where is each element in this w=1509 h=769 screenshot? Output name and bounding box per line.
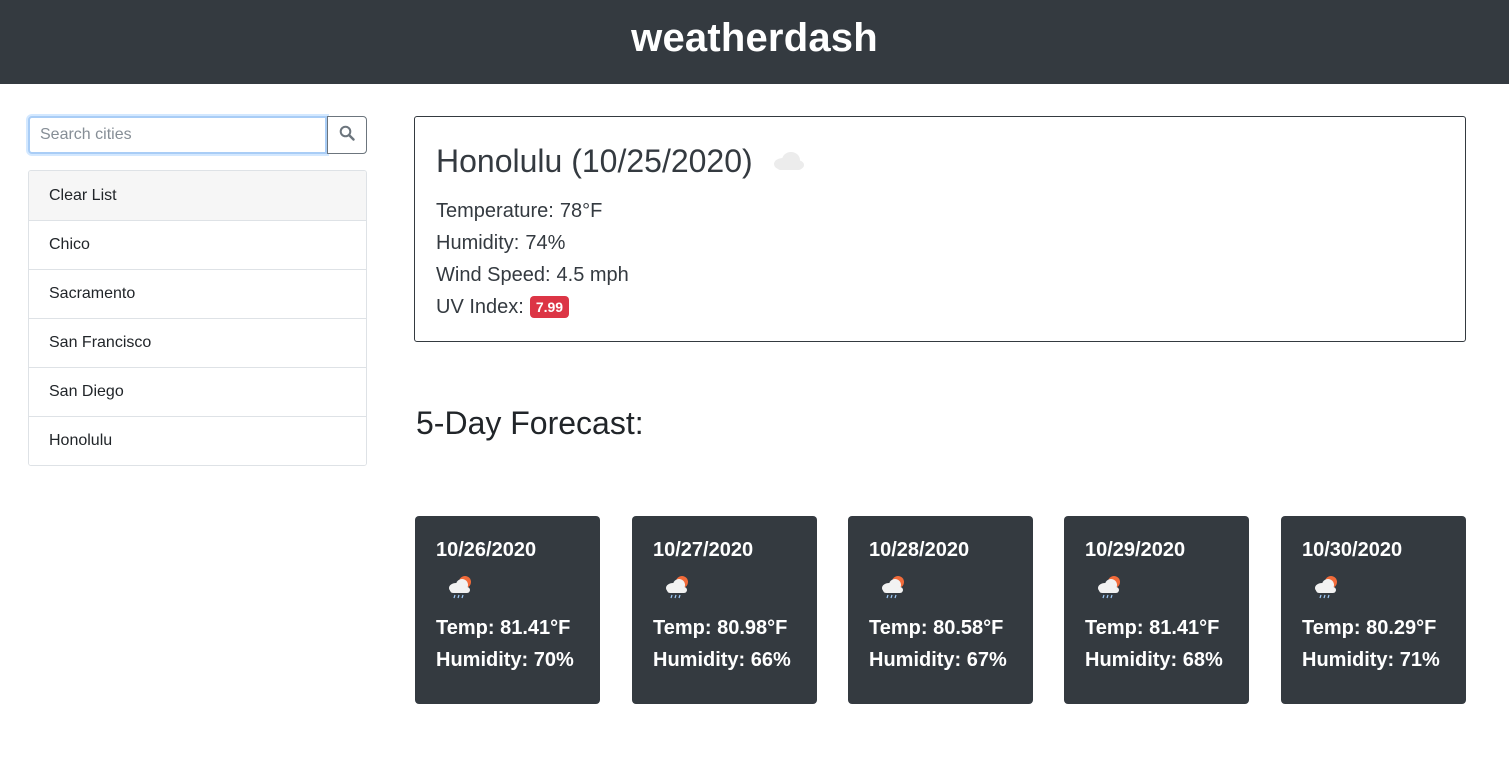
- rain-sun-cloud-icon: [663, 570, 796, 604]
- wind-label: Wind Speed:: [436, 263, 551, 286]
- wind-row: Wind Speed: 4.5 mph: [436, 259, 1444, 291]
- wind-value: 4.5 mph: [556, 263, 629, 286]
- forecast-card: 10/30/2020 Temp: 80.29°F Humidity: 71%: [1281, 516, 1466, 704]
- forecast-date: 10/26/2020: [436, 539, 537, 561]
- city-item-san-francisco[interactable]: San Francisco: [29, 318, 366, 367]
- search-icon: [339, 125, 355, 146]
- current-title: Honolulu (10/25/2020): [436, 139, 1444, 183]
- forecast-temp: Temp: 81.41°F: [1085, 617, 1220, 639]
- city-item-san-diego[interactable]: San Diego: [29, 367, 366, 416]
- rain-sun-cloud-icon: [1095, 570, 1228, 604]
- clear-list-button[interactable]: Clear List: [29, 171, 366, 220]
- rain-sun-cloud-icon: [1312, 570, 1445, 604]
- humidity-value: 74%: [525, 231, 566, 254]
- forecast-card: 10/26/2020 Temp: 81.41°F Humidity: 70%: [415, 516, 600, 704]
- search-input[interactable]: [28, 116, 327, 154]
- forecast-temp: Temp: 80.58°F: [869, 617, 1004, 639]
- cloud-icon: [771, 143, 805, 180]
- sidebar: Clear List Chico Sacramento San Francisc…: [28, 116, 367, 466]
- forecast-temp: Temp: 81.41°F: [436, 617, 571, 639]
- city-item-chico[interactable]: Chico: [29, 220, 366, 269]
- rain-sun-cloud-icon: [446, 570, 579, 604]
- forecast-title: 5-Day Forecast:: [416, 405, 644, 441]
- forecast-date: 10/29/2020: [1085, 539, 1186, 561]
- forecast-date: 10/27/2020: [653, 539, 754, 561]
- forecast-humidity: Humidity: 71%: [1302, 649, 1440, 671]
- current-weather-card: Honolulu (10/25/2020) Temperature: 78°F …: [414, 116, 1466, 342]
- rain-sun-cloud-icon: [879, 570, 1012, 604]
- uv-row: UV Index: 7.99: [436, 291, 1444, 323]
- temperature-row: Temperature: 78°F: [436, 195, 1444, 227]
- forecast-date: 10/28/2020: [869, 539, 970, 561]
- current-date: (10/25/2020): [571, 142, 753, 179]
- temperature-value: 78°F: [559, 199, 603, 222]
- forecast-date: 10/30/2020: [1302, 539, 1403, 561]
- humidity-row: Humidity: 74%: [436, 227, 1444, 259]
- forecast-card: 10/29/2020 Temp: 81.41°F Humidity: 68%: [1064, 516, 1249, 704]
- app-title: weatherdash: [631, 15, 878, 60]
- uv-label: UV Index:: [436, 295, 524, 318]
- app-header: weatherdash: [0, 0, 1509, 84]
- forecast-row: 10/26/2020 Temp: 81.41°F Humidity: 70% 1…: [415, 516, 1466, 704]
- forecast-card: 10/27/2020 Temp: 80.98°F Humidity: 66%: [632, 516, 817, 704]
- forecast-card: 10/28/2020 Temp: 80.58°F Humidity: 67%: [848, 516, 1033, 704]
- forecast-temp: Temp: 80.98°F: [653, 617, 788, 639]
- city-item-honolulu[interactable]: Honolulu: [29, 416, 366, 465]
- forecast-humidity: Humidity: 67%: [869, 649, 1007, 671]
- temperature-label: Temperature:: [436, 199, 554, 222]
- uv-badge: 7.99: [529, 296, 570, 318]
- humidity-label: Humidity:: [436, 231, 520, 254]
- city-item-sacramento[interactable]: Sacramento: [29, 269, 366, 318]
- city-name: Honolulu: [436, 142, 563, 179]
- forecast-humidity: Humidity: 70%: [436, 649, 574, 671]
- forecast-temp: Temp: 80.29°F: [1302, 617, 1437, 639]
- forecast-humidity: Humidity: 68%: [1085, 649, 1223, 671]
- city-list: Clear List Chico Sacramento San Francisc…: [28, 170, 367, 466]
- search-button[interactable]: [327, 116, 367, 154]
- search-bar: [28, 116, 367, 154]
- current-city: Honolulu (10/25/2020): [436, 143, 753, 180]
- forecast-humidity: Humidity: 66%: [653, 649, 791, 671]
